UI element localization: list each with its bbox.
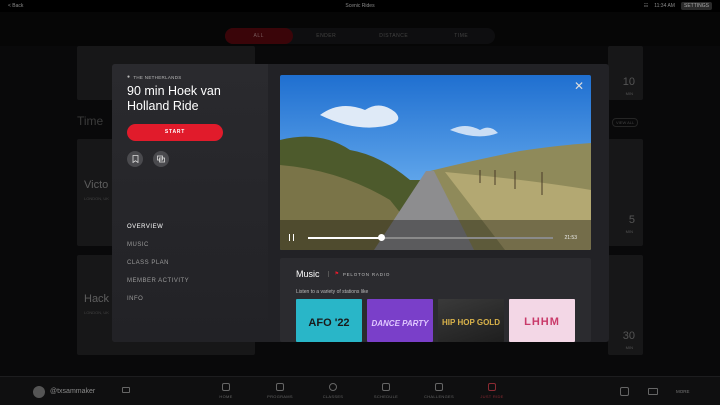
ride-info-panel: ● THE NETHERLANDS 90 min Hoek van Hollan… <box>112 64 268 342</box>
modal-nav: OVERVIEW MUSIC CLASS PLAN MEMBER ACTIVIT… <box>127 224 189 314</box>
ride-detail-modal: ● THE NETHERLANDS 90 min Hoek van Hollan… <box>112 64 609 342</box>
nav-member-activity[interactable]: MEMBER ACTIVITY <box>127 278 189 296</box>
start-button[interactable]: START <box>127 124 223 141</box>
video-progress-handle[interactable] <box>378 234 385 241</box>
folder-icon[interactable] <box>122 387 130 393</box>
top-bar: < Back Scenic Rides ☷ 11:34 AM SETTINGS <box>0 0 720 12</box>
nav-programs[interactable]: PROGRAMS <box>262 383 298 399</box>
username[interactable]: @txsammaker <box>50 388 95 395</box>
nav-info[interactable]: INFO <box>127 296 189 314</box>
scenic-video-frame <box>280 75 591 250</box>
trophy-icon <box>435 383 443 391</box>
time-remaining: 21:53 <box>564 235 577 241</box>
nav-class-plan[interactable]: CLASS PLAN <box>127 260 189 278</box>
station-tile[interactable]: DANCE PARTY <box>367 299 433 342</box>
music-section: Music ⚑ PELOTON RADIO Listen to a variet… <box>280 258 591 342</box>
calendar-icon <box>382 383 390 391</box>
location-label: ● THE NETHERLANDS <box>127 74 182 80</box>
station-tile[interactable]: LHHM <box>509 299 575 342</box>
avatar[interactable] <box>33 386 45 398</box>
nav-home[interactable]: HOME <box>208 383 244 399</box>
stack-icon <box>157 155 165 163</box>
home-icon <box>222 383 230 391</box>
stack-button[interactable] <box>153 151 169 167</box>
bike-icon <box>488 383 496 391</box>
nav-just-ride[interactable]: JUST RIDE <box>474 383 510 399</box>
station-tile[interactable]: HIP HOP GOLD <box>438 299 504 342</box>
nav-schedule[interactable]: SCHEDULE <box>368 383 404 399</box>
ride-title: 90 min Hoek van Holland Ride <box>127 84 221 113</box>
home-ring-icon[interactable] <box>620 387 629 396</box>
page-title: Scenic Rides <box>345 3 375 9</box>
pause-icon[interactable] <box>289 234 294 241</box>
bottom-nav: @txsammaker HOME PROGRAMS CLASSES SCHEDU… <box>0 376 720 405</box>
nav-music[interactable]: MUSIC <box>127 242 189 260</box>
music-heading: Music <box>296 269 320 279</box>
peloton-logo-icon: ⚑ <box>334 271 340 277</box>
programs-icon <box>276 383 284 391</box>
classes-icon <box>329 383 337 391</box>
cast-icon[interactable] <box>648 388 658 395</box>
station-tile[interactable]: AFO '22 <box>296 299 362 342</box>
nav-challenges[interactable]: CHALLENGES <box>421 383 457 399</box>
nav-overview[interactable]: OVERVIEW <box>127 224 189 242</box>
more-button[interactable]: MORE <box>676 389 690 394</box>
video-player[interactable]: ✕ 21:53 <box>280 75 591 250</box>
bookmark-icon <box>132 155 138 163</box>
peloton-radio-brand: ⚑ PELOTON RADIO <box>327 271 391 277</box>
location-pin-icon: ● <box>127 74 131 80</box>
close-icon[interactable]: ✕ <box>574 79 584 93</box>
video-progress-fill <box>308 237 382 239</box>
music-description: Listen to a variety of stations like <box>296 289 369 295</box>
nav-classes[interactable]: CLASSES <box>315 383 351 399</box>
bookmark-button[interactable] <box>127 151 143 167</box>
